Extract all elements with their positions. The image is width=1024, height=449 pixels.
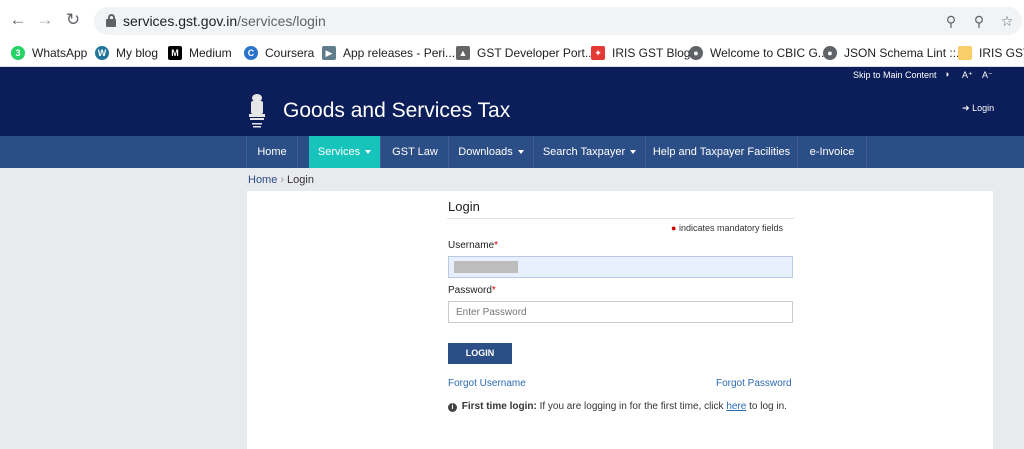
first-time-login-note: i First time login: If you are logging i… (448, 400, 793, 413)
play-icon: ▶ (322, 46, 336, 60)
medium-icon: M (168, 46, 182, 60)
nav-e-invoice[interactable]: e-Invoice (798, 136, 867, 168)
font-decrease-button[interactable]: A⁻ (982, 70, 993, 81)
bookmark-app-releases[interactable]: ▶ App releases - Peri... (322, 44, 455, 62)
nav-services[interactable]: Services (309, 136, 381, 168)
bookmark-my-blog[interactable]: W My blog (95, 44, 158, 62)
redacted-username (454, 261, 518, 273)
divider (447, 218, 794, 219)
nav-gst-law[interactable]: GST Law (382, 136, 449, 168)
password-input[interactable] (448, 301, 793, 323)
site-header: Goods and Services Tax ➜ Login (0, 85, 1024, 136)
breadcrumb-current: Login (287, 174, 314, 186)
utility-bar: Skip to Main Content ◑ A⁺ A⁻ (0, 67, 1024, 85)
forgot-password-link[interactable]: Forgot Password (716, 378, 792, 389)
main-nav: Home Services GST Law Downloads Search T… (0, 136, 1024, 168)
bookmark-medium[interactable]: M Medium (168, 44, 232, 62)
bookmark-iris-gst-s[interactable]: IRIS GST S (958, 44, 1024, 62)
whatsapp-icon: 3 (11, 46, 25, 60)
login-button[interactable]: LOGIN (448, 343, 512, 364)
breadcrumb-separator: › (280, 174, 285, 186)
contrast-icon[interactable]: ◑ (944, 69, 949, 79)
bookmark-iris-gst-blog[interactable]: ✦ IRIS GST Blog (591, 44, 690, 62)
coursera-icon: C (244, 46, 258, 60)
nav-downloads[interactable]: Downloads (449, 136, 534, 168)
username-label: Username* (448, 240, 499, 251)
star-icon[interactable]: ☆ (998, 12, 1016, 30)
bookmark-gst-developer[interactable]: ▲ GST Developer Port... (456, 44, 595, 62)
required-dot-icon: ● (671, 223, 677, 233)
login-icon: ➜ (962, 103, 970, 113)
reload-icon[interactable]: ↻ (64, 11, 82, 29)
site-title: Goods and Services Tax (283, 99, 511, 122)
nav-search-taxpayer[interactable]: Search Taxpayer (534, 136, 646, 168)
globe-icon: ● (689, 46, 703, 60)
url-text: services.gst.gov.in/services/login (123, 13, 326, 29)
wordpress-icon: W (95, 46, 109, 60)
nav-home[interactable]: Home (246, 136, 298, 168)
first-time-here-link[interactable]: here (726, 401, 746, 412)
globe-icon: ● (823, 46, 837, 60)
required-asterisk: * (494, 240, 499, 251)
login-panel: Login ● indicates mandatory fields Usern… (247, 191, 993, 449)
bookmark-whatsapp[interactable]: 3 WhatsApp (11, 44, 87, 62)
iris-icon: ✦ (591, 46, 605, 60)
username-input[interactable] (448, 256, 793, 278)
info-icon: i (448, 403, 457, 412)
chevron-down-icon (517, 150, 524, 155)
address-bar[interactable]: services.gst.gov.in/services/login ⚲ ⚲ ☆ (94, 7, 1022, 35)
login-heading: Login (448, 199, 480, 214)
browser-toolbar: ← → ↻ services.gst.gov.in/services/login… (0, 0, 1024, 40)
breadcrumb: Home › Login (248, 174, 314, 186)
bookmark-cbic[interactable]: ● Welcome to CBIC G... (689, 44, 828, 62)
forward-arrow-icon[interactable]: → (36, 11, 54, 29)
back-arrow-icon[interactable]: ← (9, 11, 27, 29)
mandatory-note: ● indicates mandatory fields (671, 223, 784, 233)
required-asterisk: * (491, 285, 496, 296)
header-login-link[interactable]: ➜ Login (962, 103, 994, 114)
lock-icon (106, 14, 116, 27)
chevron-down-icon (630, 150, 637, 155)
nav-help-taxpayer-facilities[interactable]: Help and Taxpayer Facilities (646, 136, 798, 168)
bookmark-coursera[interactable]: C Coursera (244, 44, 314, 62)
skip-to-main-content-link[interactable]: Skip to Main Content (853, 70, 937, 80)
bookmarks-bar: 3 WhatsApp W My blog M Medium C Coursera ▶ Ap… (0, 40, 1024, 67)
national-emblem-icon (249, 94, 265, 128)
folder-icon (958, 46, 972, 60)
font-increase-button[interactable]: A⁺ (962, 70, 973, 81)
breadcrumb-home[interactable]: Home (248, 174, 277, 186)
zoom-search-icon[interactable]: ⚲ (970, 12, 988, 30)
emblem-icon: ▲ (456, 46, 470, 60)
forgot-username-link[interactable]: Forgot Username (448, 378, 526, 389)
chevron-down-icon (365, 150, 372, 155)
key-icon[interactable]: ⚲ (942, 12, 960, 30)
password-label: Password* (448, 285, 496, 296)
bookmark-json-schema-lint[interactable]: ● JSON Schema Lint ::... (823, 44, 966, 62)
